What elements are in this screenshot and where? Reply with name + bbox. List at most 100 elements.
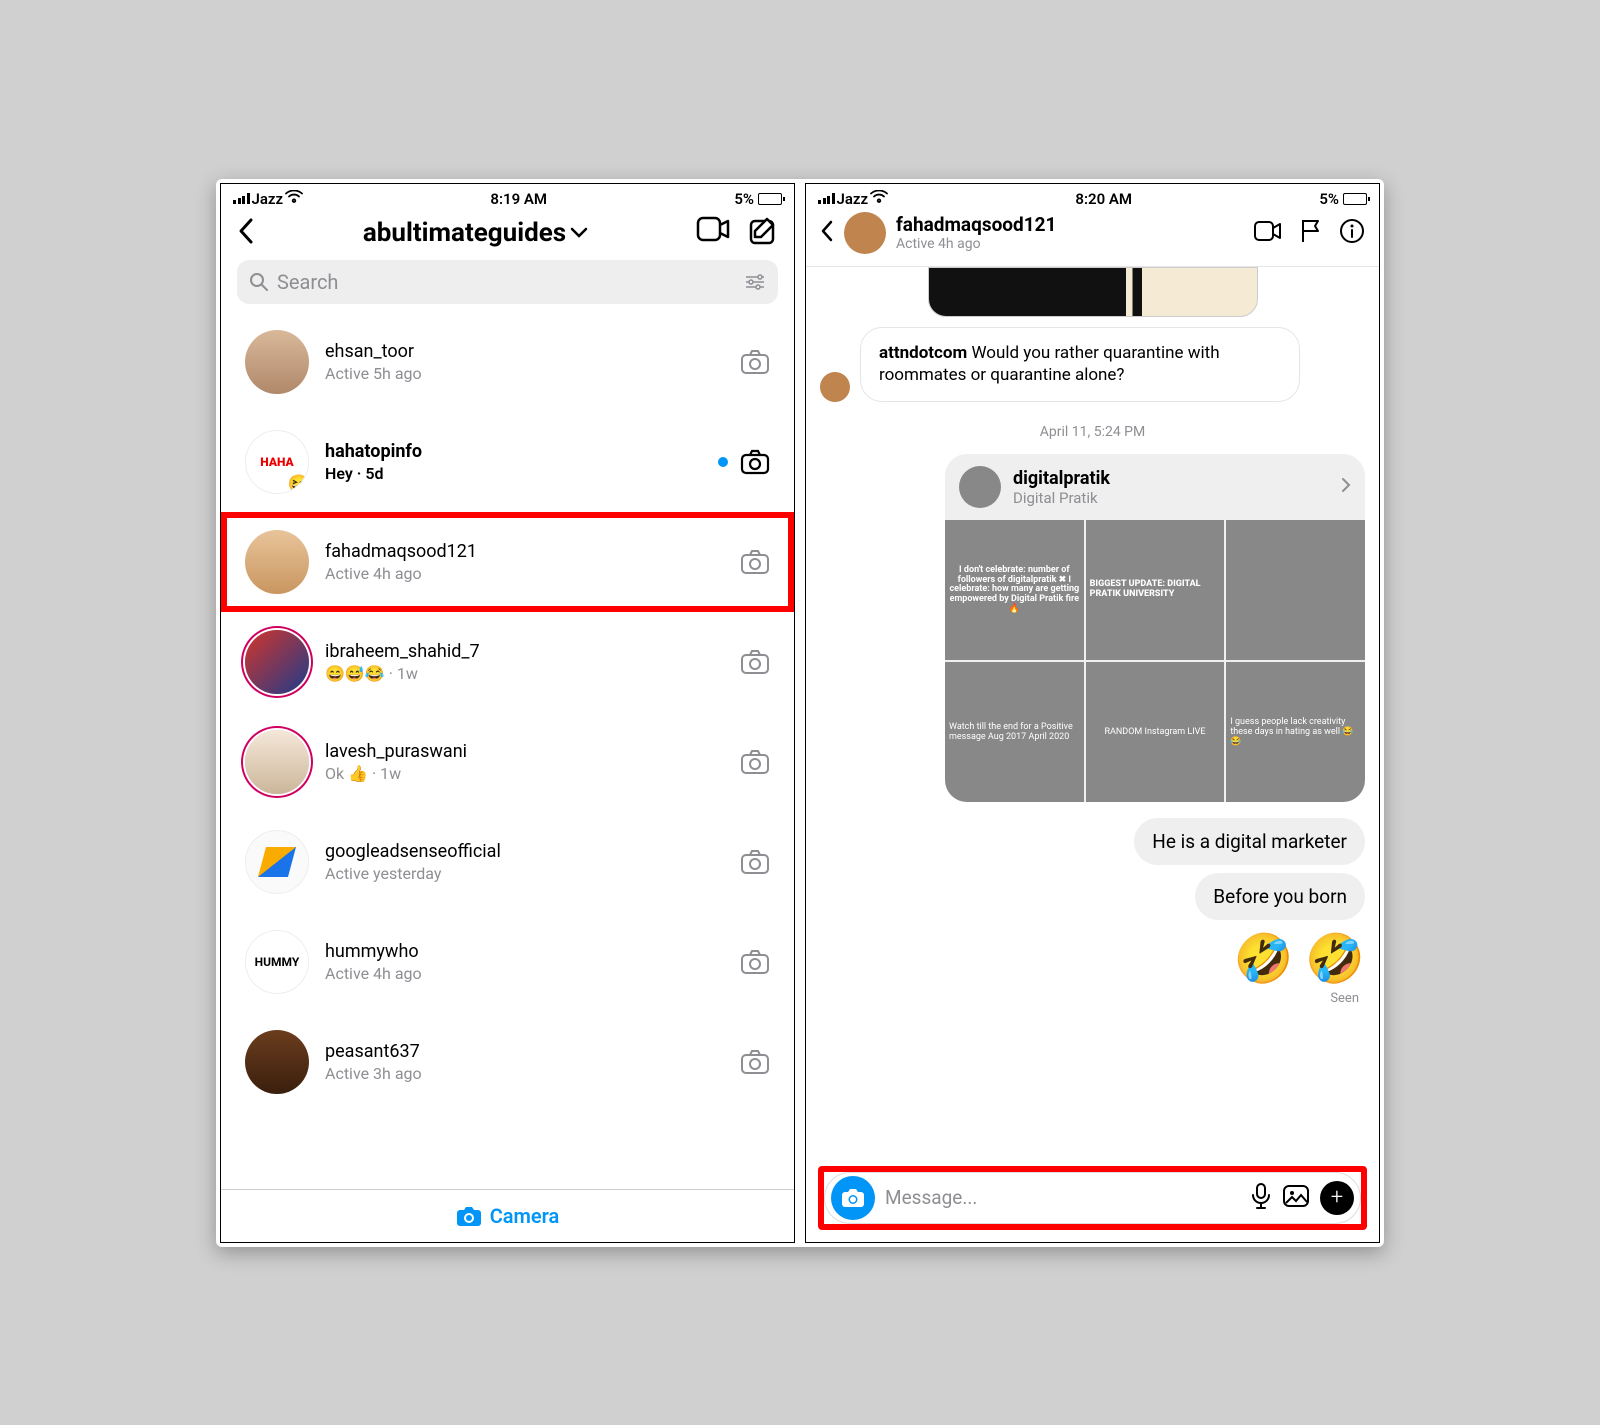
conversation-item[interactable]: HAHA hahatopinfo Hey · 5d	[221, 412, 794, 512]
post-handle: attndotcom	[879, 343, 967, 363]
outgoing-message: He is a digital marketer	[1134, 818, 1365, 865]
camera-icon[interactable]	[740, 449, 770, 475]
conversation-name: hahatopinfo	[325, 441, 702, 462]
conversation-sub: Ok 👍 · 1w	[325, 764, 724, 783]
conversation-item[interactable]: lavesh_puraswani Ok 👍 · 1w	[221, 712, 794, 812]
conversation-item[interactable]: ibraheem_shahid_7 😄😅😂 · 1w	[221, 612, 794, 712]
profile-grid-tile: I don't celebrate: number of followers o…	[945, 520, 1084, 660]
conversation-item[interactable]: ehsan_toor Active 5h ago	[221, 312, 794, 412]
camera-icon	[456, 1205, 482, 1227]
signal-bars-icon	[818, 193, 835, 204]
avatar	[245, 630, 309, 694]
sender-avatar	[820, 372, 850, 402]
profile-grid-tile: RANDOM Instagram LIVE	[1086, 662, 1225, 802]
compose-icon[interactable]	[748, 216, 778, 250]
video-call-icon[interactable]	[1253, 220, 1283, 246]
video-call-icon[interactable]	[696, 216, 730, 250]
conversation-name: ehsan_toor	[325, 341, 724, 362]
conversation-item[interactable]: peasant637 Active 3h ago	[221, 1012, 794, 1112]
avatar	[245, 830, 309, 894]
chevron-right-icon	[1341, 477, 1351, 497]
conversation-sub: Active 4h ago	[325, 964, 724, 983]
camera-icon[interactable]	[740, 1049, 770, 1075]
conversation-sub: Active yesterday	[325, 864, 724, 883]
gallery-icon[interactable]	[1282, 1184, 1310, 1212]
profile-username: digitalpratik	[1013, 468, 1110, 489]
signal-bars-icon	[233, 193, 250, 204]
conversation-name: lavesh_puraswani	[325, 741, 724, 762]
wifi-icon	[285, 190, 303, 208]
battery-percent: 5%	[734, 190, 754, 208]
conversation-item-highlighted[interactable]: fahadmaqsood121 Active 4h ago	[221, 512, 794, 612]
battery-percent: 5%	[1319, 190, 1339, 208]
carrier-label: Jazz	[837, 190, 869, 208]
conversation-item[interactable]: googleadsenseofficial Active yesterday	[221, 812, 794, 912]
conversation-name: peasant637	[325, 1041, 724, 1062]
camera-icon[interactable]	[740, 949, 770, 975]
filter-icon[interactable]	[744, 273, 766, 291]
profile-grid-tile: Watch till the end for a Positive messag…	[945, 662, 1084, 802]
conversation-item[interactable]: HUMMY hummywho Active 4h ago	[221, 912, 794, 1012]
message-input[interactable]: Message... +	[824, 1172, 1361, 1224]
camera-icon[interactable]	[740, 649, 770, 675]
incoming-message: attndotcom Would you rather quarantine w…	[860, 327, 1300, 403]
camera-icon[interactable]	[740, 549, 770, 575]
chat-status: Active 4h ago	[896, 236, 1243, 252]
camera-icon[interactable]	[740, 849, 770, 875]
camera-icon[interactable]	[740, 749, 770, 775]
status-bar: Jazz 8:19 AM 5%	[221, 184, 794, 210]
chat-body[interactable]: attndotcom Would you rather quarantine w…	[806, 267, 1379, 1158]
conversation-name: fahadmaqsood121	[325, 541, 724, 562]
avatar	[245, 730, 309, 794]
battery-icon	[1343, 193, 1367, 205]
carrier-label: Jazz	[252, 190, 284, 208]
mic-icon[interactable]	[1250, 1182, 1272, 1214]
conversation-name: ibraheem_shahid_7	[325, 641, 724, 662]
message-placeholder: Message...	[885, 1186, 1240, 1209]
camera-label: Camera	[490, 1204, 560, 1228]
camera-bottom-button[interactable]: Camera	[221, 1189, 794, 1242]
flag-icon[interactable]	[1299, 218, 1323, 248]
dm-list-header: abultimateguides	[221, 210, 794, 260]
info-icon[interactable]	[1339, 218, 1365, 248]
avatar: HAHA	[245, 430, 309, 494]
outgoing-message: Before you born	[1195, 873, 1365, 920]
chat-username[interactable]: fahadmaqsood121	[896, 213, 1243, 236]
status-time: 8:19 AM	[490, 190, 547, 208]
conversation-sub: Active 3h ago	[325, 1064, 724, 1083]
search-input[interactable]: Search	[237, 260, 778, 304]
profile-grid: I don't celebrate: number of followers o…	[945, 520, 1365, 802]
conversation-list[interactable]: ehsan_toor Active 5h ago HAHA hahatopinf…	[221, 312, 794, 1189]
status-bar: Jazz 8:20 AM 5%	[806, 184, 1379, 210]
unread-dot	[718, 457, 728, 467]
wifi-icon	[870, 190, 888, 208]
profile-grid-tile: BIGGEST UPDATE: DIGITAL PRATIK UNIVERSIT…	[1086, 520, 1225, 660]
battery-icon	[758, 193, 782, 205]
account-switcher[interactable]: abultimateguides	[363, 218, 588, 248]
dm-list-screen: Jazz 8:19 AM 5% abultimateguides	[220, 183, 795, 1243]
avatar	[245, 1030, 309, 1094]
chat-header: fahadmaqsood121 Active 4h ago	[806, 210, 1379, 267]
profile-grid-tile: I guess people lack creativity these day…	[1226, 662, 1365, 802]
shared-profile-card[interactable]: digitalpratik Digital Pratik I don't cel…	[945, 454, 1365, 802]
conversation-name: hummywho	[325, 941, 724, 962]
camera-button[interactable]	[831, 1176, 875, 1220]
search-placeholder: Search	[277, 270, 338, 294]
profile-grid-tile	[1226, 520, 1365, 660]
search-icon	[249, 272, 269, 292]
avatar	[245, 330, 309, 394]
back-button[interactable]	[237, 217, 255, 249]
conversation-sub: 😄😅😂 · 1w	[325, 664, 724, 683]
chat-avatar[interactable]	[844, 212, 886, 254]
add-more-button[interactable]: +	[1320, 1181, 1354, 1215]
timestamp: April 11, 5:24 PM	[820, 424, 1365, 440]
shared-media-preview[interactable]	[928, 267, 1258, 317]
avatar	[245, 530, 309, 594]
message-input-highlight: Message... +	[818, 1166, 1367, 1230]
status-time: 8:20 AM	[1075, 190, 1132, 208]
seen-indicator: Seen	[1330, 991, 1359, 1006]
conversation-name: googleadsenseofficial	[325, 841, 724, 862]
conversation-sub: Active 4h ago	[325, 564, 724, 583]
camera-icon[interactable]	[740, 349, 770, 375]
back-button[interactable]	[820, 220, 834, 246]
